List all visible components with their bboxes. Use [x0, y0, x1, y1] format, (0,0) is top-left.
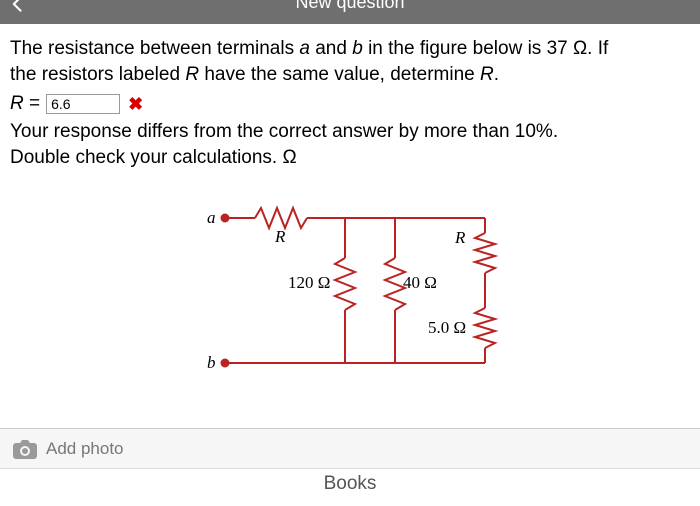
- circuit-diagram: a b R R 120 Ω 40 Ω 5.0 Ω: [185, 188, 515, 398]
- q-b: b: [352, 38, 363, 59]
- page-title: New question: [0, 0, 700, 13]
- label-5: 5.0 Ω: [428, 318, 466, 337]
- q-R2: R: [480, 64, 494, 85]
- q-line1-mid: and: [310, 38, 352, 59]
- fb-line1: Your response differs from the correct a…: [10, 121, 558, 142]
- q-line1-pre: The resistance between terminals: [10, 38, 299, 59]
- label-R2: R: [454, 228, 466, 247]
- answer-input[interactable]: [46, 94, 120, 114]
- feedback-text: Your response differs from the correct a…: [10, 119, 690, 170]
- q-R: R: [185, 64, 199, 85]
- wrong-icon: ✖: [128, 92, 143, 116]
- label-40: 40 Ω: [403, 273, 437, 292]
- q-line2-post: have the same value, determine: [199, 64, 480, 85]
- q-line2-pre: the resistors labeled: [10, 64, 185, 85]
- label-R: R: [274, 227, 286, 246]
- camera-icon: [12, 438, 38, 460]
- label-120: 120 Ω: [288, 273, 330, 292]
- question-text: The resistance between terminals a and b…: [10, 36, 690, 87]
- add-photo-label: Add photo: [46, 439, 124, 459]
- answer-lhs: R =: [10, 91, 40, 117]
- add-photo-button[interactable]: Add photo: [0, 428, 700, 468]
- label-b: b: [207, 353, 216, 372]
- q-line2-end: .: [494, 64, 499, 85]
- fb-line2: Double check your calculations. Ω: [10, 147, 297, 168]
- q-a: a: [299, 38, 310, 59]
- books-tab[interactable]: Books: [324, 473, 377, 495]
- answer-eq: =: [24, 93, 40, 114]
- q-line1-post: in the figure below is 37 Ω. If: [363, 38, 609, 59]
- label-a: a: [207, 208, 216, 227]
- answer-var: R: [10, 93, 24, 114]
